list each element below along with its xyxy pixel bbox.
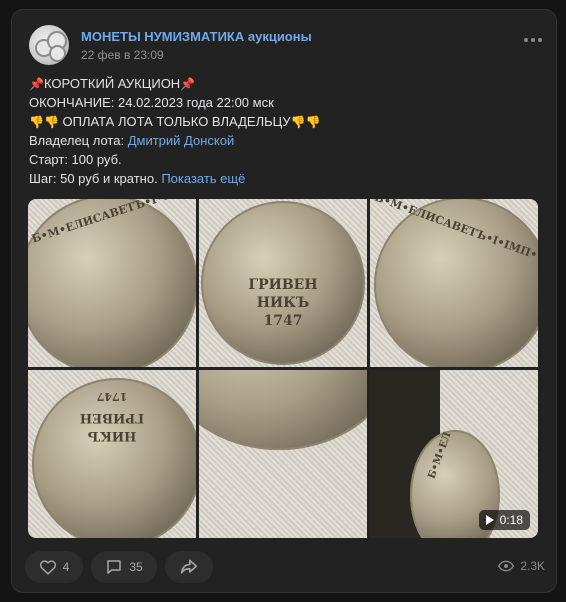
post-card: МОНЕТЫ НУМИЗМАТИКА аукционы 22 фев в 23:… [11,9,557,593]
like-count: 4 [62,560,70,574]
heart-icon [39,560,56,575]
coin-year: 1747 [263,313,303,329]
payment-line: 👎👎 ОПЛАТА ЛОТА ТОЛЬКО ВЛАДЕЛЬЦУ👎👎 [29,112,539,131]
post-date[interactable]: 22 фев в 23:09 [81,48,164,62]
thumbs-down-icon: 👎 [305,115,321,129]
step-line: Шаг: 50 руб и кратно. Показать ещё [29,169,539,188]
ending-line: ОКОНЧАНИЕ: 24.02.2023 года 22:00 мск [29,95,274,110]
coin-denomination-mirrored: ГРИВЕН [79,410,145,425]
coin-denomination-2: НИКЪ [256,295,310,311]
views-counter: 2.3K [498,559,545,573]
more-icon[interactable] [524,38,542,42]
photo-5[interactable] [199,370,367,538]
owner-line: Владелец лота: Дмитрий Донской [29,131,539,150]
eye-icon [498,560,515,572]
post-text: 📌КОРОТКИЙ АУКЦИОН📌 ОКОНЧАНИЕ: 24.02.2023… [29,74,539,188]
play-icon [485,515,494,525]
comment-icon [107,560,122,574]
comment-count: 35 [129,560,143,574]
step-text: Шаг: 50 руб и кратно. [29,171,158,186]
photo-2[interactable]: ГРИВЕН НИКЪ 1747 [199,199,367,367]
post-title: КОРОТКИЙ АУКЦИОН [43,76,181,91]
media-grid: Б•М•ЕЛИСАВЕТЪ•I•IМП• ГРИВЕН НИКЪ 1747 Б•… [28,199,538,538]
owner-label: Владелец лота: [29,133,125,148]
photo-1[interactable]: Б•М•ЕЛИСАВЕТЪ•I•IМП• [28,199,196,367]
share-button[interactable] [165,551,213,583]
thumbs-down-icon: 👎 [290,115,306,129]
show-more-link[interactable]: Показать ещё [161,171,245,186]
like-button[interactable]: 4 [25,551,83,583]
group-avatar[interactable] [29,25,69,65]
coin-year-mirrored: 1747 [96,390,128,403]
thumbs-down-icon: 👎 [43,115,59,129]
pin-icon: 📌 [29,77,44,91]
post-title-line: 📌КОРОТКИЙ АУКЦИОН📌 [29,74,539,93]
pin-icon: 📌 [180,77,196,91]
view-count: 2.3K [520,559,545,573]
post-actions: 4 35 2.3K [25,551,545,583]
comment-button[interactable]: 35 [91,551,157,583]
video-duration-badge[interactable]: 0:18 [478,510,530,530]
payment-text: ОПЛАТА ЛОТА ТОЛЬКО ВЛАДЕЛЬЦУ [62,114,291,129]
coin-denomination-mirrored-2: НИКЪ [87,428,137,443]
owner-link[interactable]: Дмитрий Донской [128,133,235,148]
coin-denomination-1: ГРИВЕН [248,277,318,293]
group-name-link[interactable]: МОНЕТЫ НУМИЗМАТИКА аукционы [81,29,312,44]
video-thumbnail[interactable]: Б•М•ЕЛ 0:18 [370,370,538,538]
share-icon [180,559,198,574]
photo-4[interactable]: ГРИВЕН НИКЪ 1747 [28,370,196,538]
start-line: Старт: 100 руб. [29,152,122,167]
photo-3[interactable]: Б•М•ЕЛИСАВЕТЪ•I•IМП• [370,199,538,367]
video-duration: 0:18 [499,513,523,527]
thumbs-down-icon: 👎 [29,115,44,129]
